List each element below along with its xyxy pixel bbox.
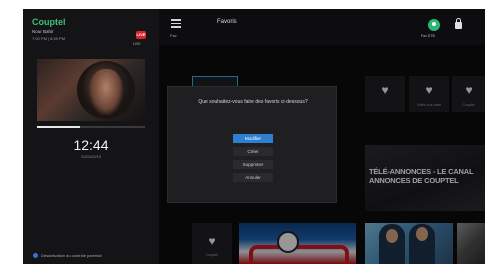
parental-control-label: Désactivation du contrôle parental — [41, 253, 102, 258]
program-time: 7:00 PM | 8:59 PM — [32, 36, 66, 41]
cancel-button[interactable]: Annuler — [233, 173, 273, 182]
info-icon — [33, 253, 38, 258]
video-preview[interactable] — [37, 59, 145, 121]
status-label: LIVE — [133, 42, 141, 46]
delete-button[interactable]: Supprimer — [233, 160, 273, 169]
tv-screen: Couptel Nour Bahir 7:00 PM | 8:59 PM LIV… — [23, 9, 485, 264]
date: 2020/03/13 — [80, 154, 102, 159]
favorites-dialog: Que souhaitez-vous faire des favoris ci-… — [167, 86, 337, 203]
profile-icon[interactable] — [428, 19, 440, 31]
clock: 12:44 — [73, 137, 109, 153]
playback-progress-fill — [37, 126, 81, 128]
top-bar: Fav Favoris Fav DTB — [159, 9, 485, 45]
profile-label: Fav DTB — [421, 34, 435, 38]
live-badge: LIVE — [136, 31, 146, 39]
create-button[interactable]: Créer — [233, 147, 273, 156]
dialog-question: Que souhaitez-vous faire des favoris ci-… — [198, 99, 308, 105]
parental-control-link[interactable]: Désactivation du contrôle parental — [33, 253, 101, 258]
playback-progress — [37, 126, 145, 128]
left-panel: Couptel Nour Bahir 7:00 PM | 8:59 PM LIV… — [23, 9, 159, 264]
video-figure-face — [89, 69, 123, 115]
lock-icon[interactable] — [455, 18, 462, 29]
page-title: Favoris — [217, 19, 237, 25]
modify-button[interactable]: Modifier — [233, 134, 273, 143]
brand-logo: Couptel — [32, 17, 66, 27]
menu-label: Fav — [170, 33, 177, 38]
menu-icon[interactable] — [171, 19, 181, 28]
channel-name: Nour Bahir — [32, 29, 54, 34]
